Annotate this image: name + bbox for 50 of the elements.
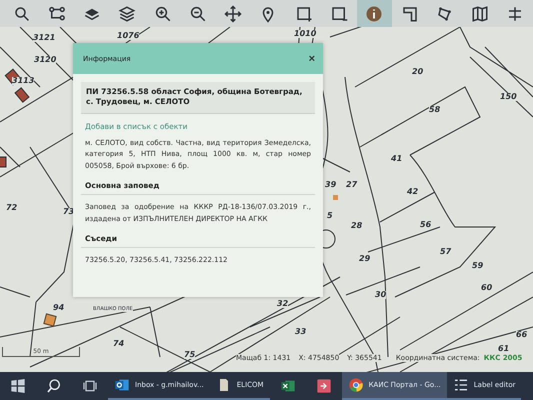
layers-icon [118, 4, 136, 22]
info-icon [365, 4, 384, 22]
parcel-number: 1076 [117, 32, 140, 40]
parcel-number: 61 [498, 345, 510, 353]
windows-logo-icon [10, 378, 26, 394]
parcel-number: 59 [472, 262, 484, 270]
parcel-number: 27 [346, 181, 358, 189]
parcel-number: 41 [391, 155, 402, 163]
task-view-icon [82, 378, 98, 394]
parcel-number: 3121 [33, 34, 56, 42]
parcel-number: 33 [295, 328, 306, 336]
parcel-number: 32 [277, 300, 288, 308]
parcel-number: 42 [407, 188, 418, 196]
browser-logo-icon [348, 377, 364, 393]
folded-map-icon [471, 4, 490, 22]
parcel-number: 30 [375, 291, 386, 299]
parcel-number: 20 [412, 68, 424, 76]
search-icon [46, 378, 62, 394]
parcel-number: 94 [53, 304, 64, 312]
close-button[interactable]: × [306, 52, 317, 64]
parcel-number: 60 [481, 284, 492, 292]
arrow-tile-icon [316, 378, 332, 394]
parcel-number: 1010 [294, 30, 316, 38]
parcel-number: 57 [440, 248, 452, 256]
polygon-icon [436, 4, 454, 22]
zoom-out-icon [188, 4, 207, 22]
search-icon [12, 4, 31, 22]
parcel-number: 66 [516, 331, 528, 339]
parcel-number: 3113 [12, 77, 34, 85]
list-icon [452, 377, 469, 393]
info-button[interactable] [356, 0, 392, 27]
zoom-in-icon [154, 4, 172, 22]
parcel-number: 3120 [34, 56, 56, 64]
square-plus-icon [294, 4, 313, 22]
parcel-number: 56 [420, 221, 432, 229]
parcel-number: 58 [429, 106, 440, 114]
spreadsheet-x-icon [280, 378, 296, 394]
parcel-number: 72 [6, 204, 18, 212]
parcel-number: 28 [351, 222, 362, 230]
envelope-o-icon [114, 377, 130, 393]
parcel-number: 75 [184, 351, 196, 359]
square-minus-icon [330, 4, 348, 22]
parcel-number: 150 [500, 93, 517, 101]
parcel-number: 74 [113, 340, 124, 348]
parcel-number: 39 [325, 181, 336, 189]
parcel-number: 29 [359, 255, 370, 263]
move-arrows-icon [224, 4, 242, 22]
l-shape-icon [400, 4, 419, 22]
parcel-number: 5 [327, 212, 333, 220]
route-icon [48, 4, 66, 22]
